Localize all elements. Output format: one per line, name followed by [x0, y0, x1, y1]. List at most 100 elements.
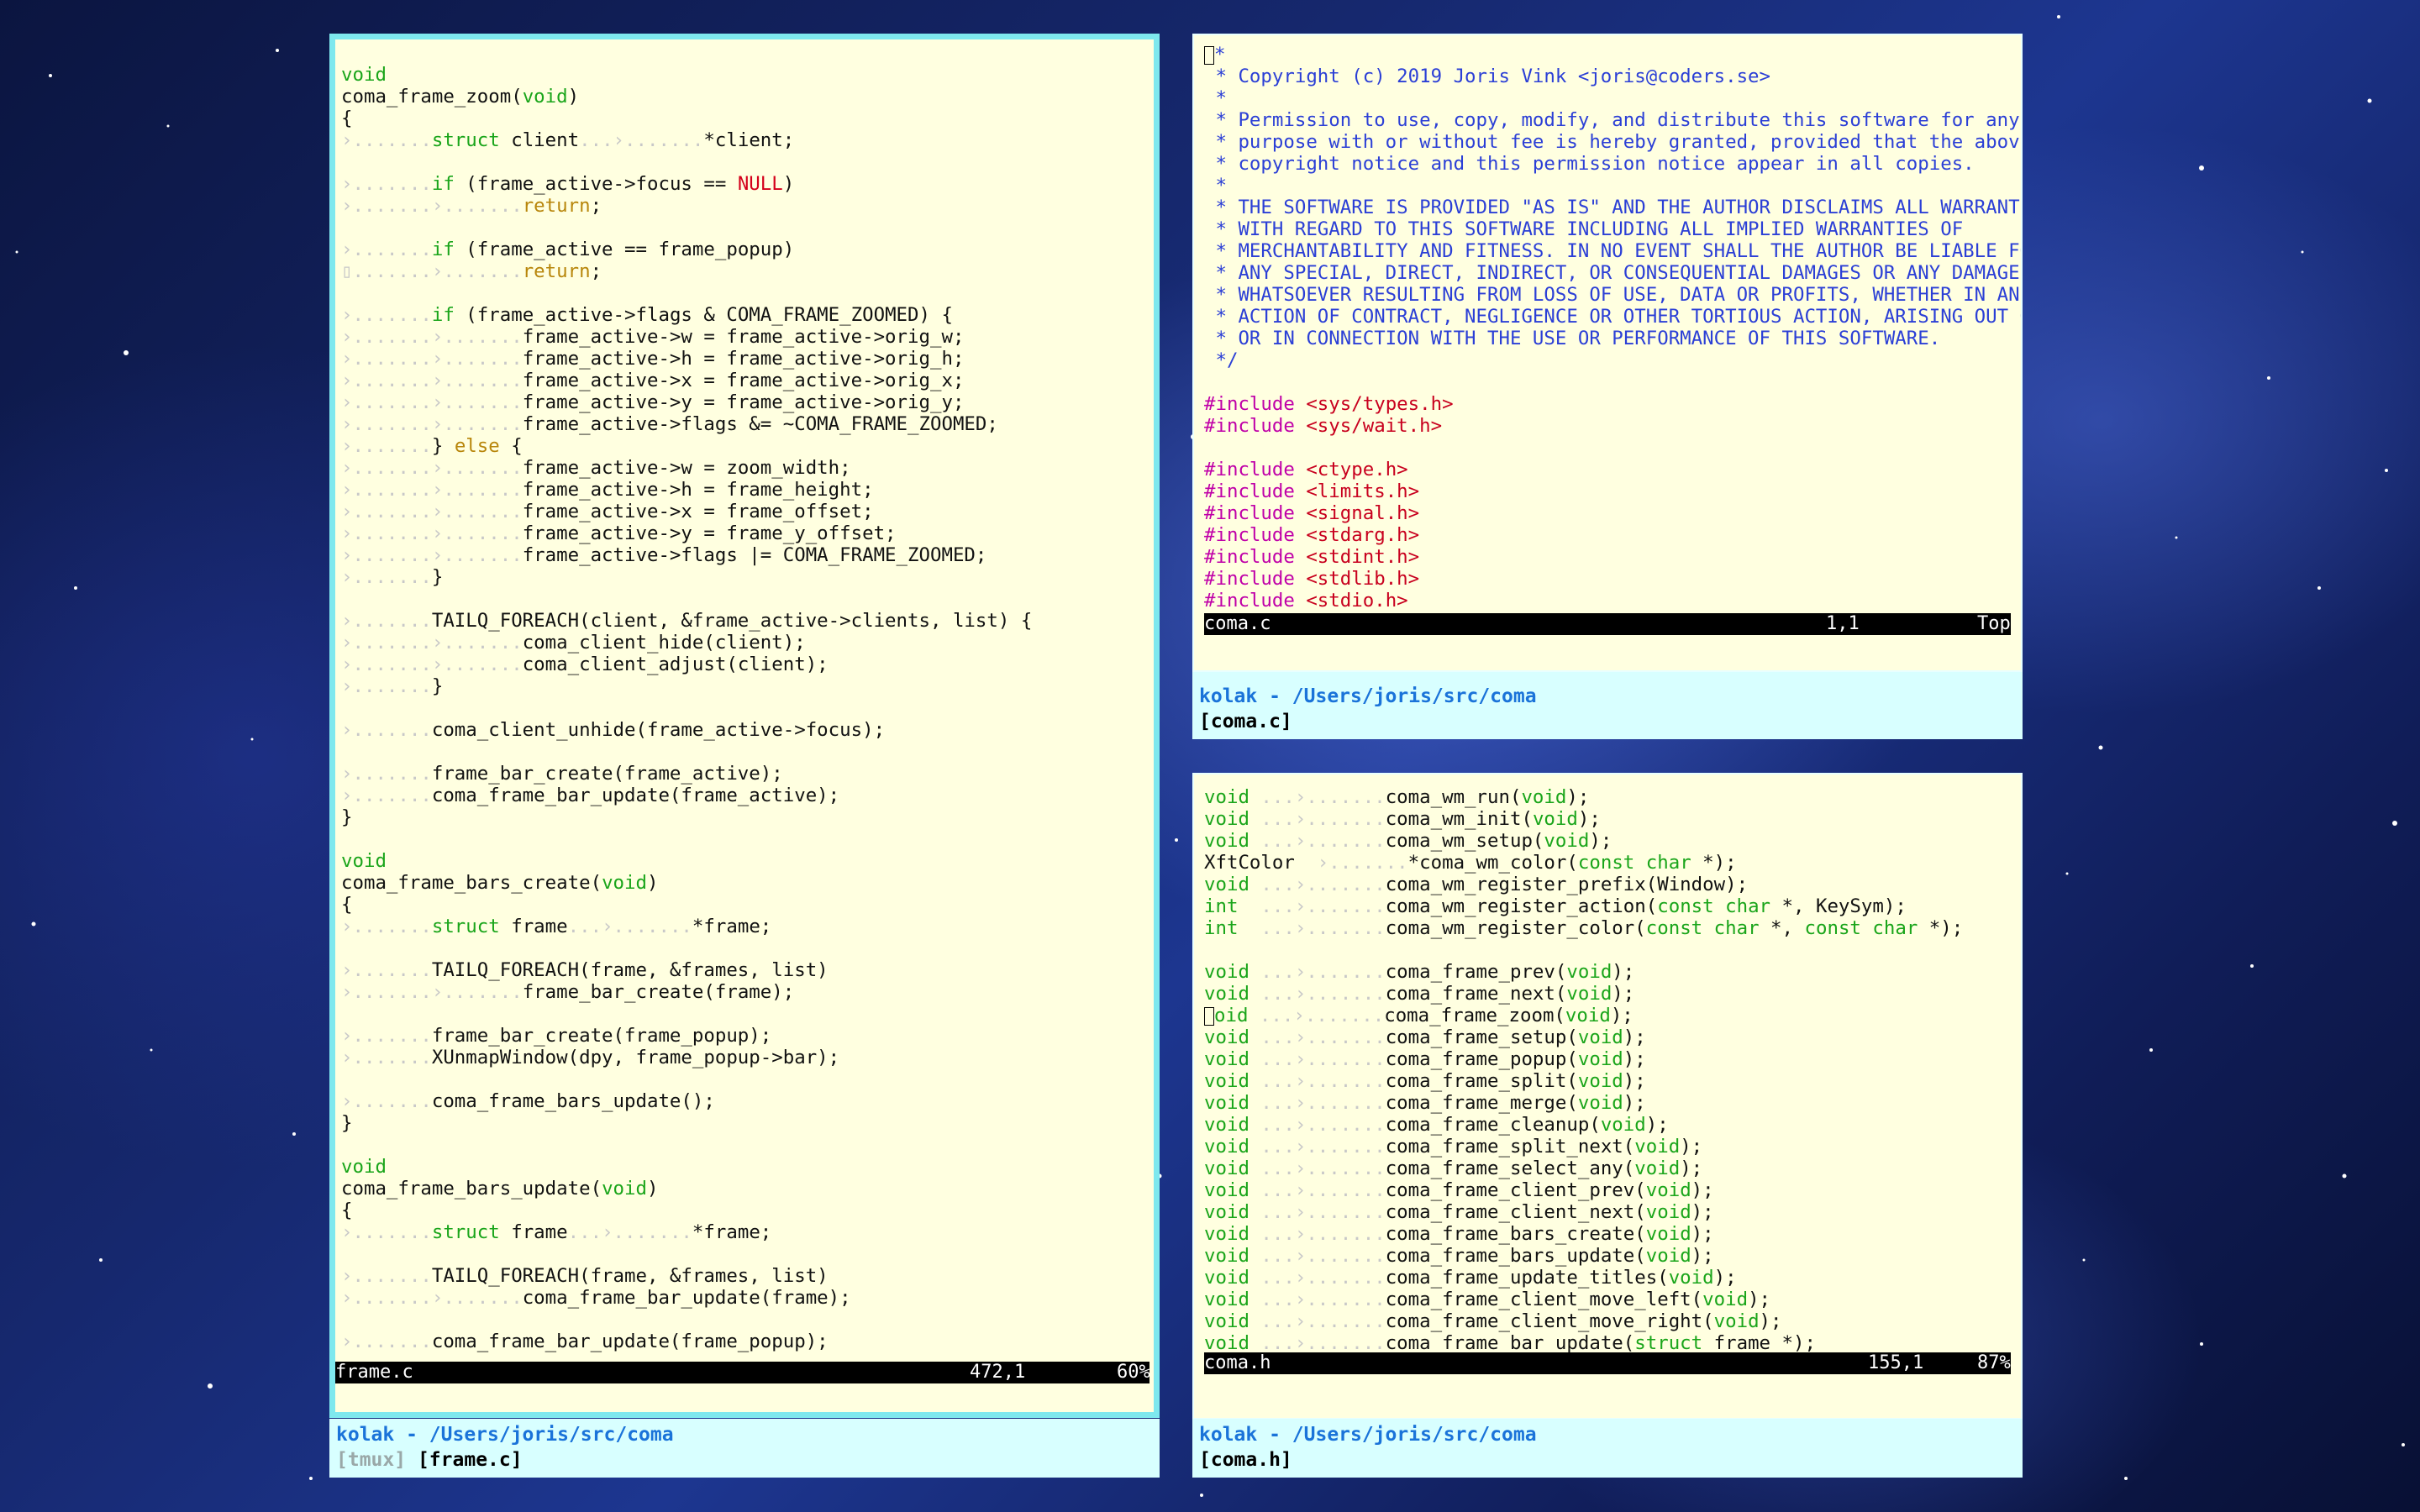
code-token: void [1204, 786, 1249, 808]
code-token: void [1645, 1179, 1691, 1201]
code-token: #include [1204, 480, 1307, 502]
code-token: ›.......›....... [341, 632, 523, 654]
code-token: ); [1645, 1114, 1669, 1136]
tmux-footer-frame-c: kolak - /Users/joris/src/coma [tmux] [fr… [329, 1419, 1160, 1478]
code-token: ; [590, 260, 602, 282]
code-line: void ...›.......coma_frame_update_titles… [1204, 1267, 2021, 1289]
code-token: struct [431, 1221, 500, 1243]
code-line: void ...›.......coma_frame_split_next(vo… [1204, 1136, 2021, 1158]
code-token: { [341, 1200, 353, 1221]
code-line: coma_frame_zoom(void) [341, 86, 1154, 108]
code-token: coma_frame_zoom( [341, 86, 523, 108]
code-token: ); [1623, 1070, 1646, 1092]
code-token: ...›....... [1249, 1092, 1386, 1114]
code-token: { [341, 894, 353, 916]
code-token: *); [1691, 852, 1737, 874]
code-token: void [1668, 1267, 1714, 1289]
footer-filename: [coma.h] [1199, 1449, 1292, 1471]
code-token: <signal.h> [1306, 502, 1420, 524]
code-token: void [1577, 1092, 1623, 1114]
code-token: coma_frame_popup( [1385, 1048, 1578, 1070]
code-token: void [1713, 1310, 1760, 1332]
code-token: coma_frame_bar_update(frame_active); [431, 785, 840, 806]
code-token: ›....... [341, 1090, 432, 1112]
terminal-pane-frame-c[interactable]: void coma_frame_zoom(void) { ›....... struct… [329, 34, 1160, 1418]
code-token: void [1204, 961, 1249, 983]
code-token: coma_frame_cleanup( [1385, 1114, 1601, 1136]
code-editor-coma-h[interactable]: void ...›.......coma_wm_run(void); void .… [1204, 786, 2021, 1354]
code-editor-frame-c[interactable]: void coma_frame_zoom(void) { ›....... struct… [341, 42, 1154, 1352]
code-line: void ...›.......coma_frame_client_move_r… [1204, 1310, 2021, 1332]
text-cursor [1204, 1006, 1214, 1026]
code-line: ›.......›.......coma_client_adjust(clien… [341, 654, 1154, 675]
tmux-footer-coma-c: kolak - /Users/joris/src/coma [coma.c] [1192, 672, 2023, 739]
code-token: ›....... [341, 763, 432, 785]
code-line: * THE SOFTWARE IS PROVIDED "AS IS" AND T… [1204, 197, 2021, 218]
code-token: ...›....... [579, 129, 704, 151]
code-line: ›.......›.......frame_active->w = zoom_w… [341, 457, 1154, 479]
status-filename: frame.c [335, 1362, 413, 1383]
code-token: <stdlib.h> [1306, 568, 1420, 590]
code-line: * Copyright (c) 2019 Joris Vink <joris@c… [1204, 66, 2021, 87]
code-token: } [431, 675, 444, 697]
code-token: #include [1204, 459, 1307, 480]
code-line: * WITH REGARD TO THIS SOFTWARE INCLUDING… [1204, 218, 2021, 240]
code-token: client [499, 129, 580, 151]
terminal-pane-coma-h[interactable]: void ...›.......coma_wm_run(void); void .… [1192, 773, 2023, 1420]
code-token: coma_frame_bar_update(frame_popup); [431, 1331, 829, 1352]
code-token: frame *); [1702, 1332, 1816, 1354]
code-token: coma_frame_setup( [1385, 1026, 1578, 1048]
code-token: return [522, 195, 591, 217]
code-line: void ...›.......coma_frame_bar_update(st… [1204, 1332, 2021, 1354]
code-line: int ...›.......coma_wm_register_color(co… [1204, 917, 2021, 939]
code-token: ...›....... [1249, 874, 1386, 895]
footer-filename: [coma.c] [1199, 711, 1292, 732]
code-token: void [1204, 874, 1249, 895]
code-token: ...›....... [1249, 808, 1386, 830]
code-token: ...›....... [1249, 1332, 1386, 1354]
code-line: ›.......›.......frame_active->h = frame_… [341, 348, 1154, 370]
code-line: #include <stdint.h> [1204, 546, 2021, 568]
code-token: frame_active->h = frame_active->orig_h; [522, 348, 965, 370]
code-line: ›.......›.......coma_client_hide(client)… [341, 632, 1154, 654]
code-token: void [1566, 983, 1612, 1005]
code-token: void [1204, 1158, 1249, 1179]
code-token: ›.......›....... [341, 501, 523, 522]
code-token: coma_frame_client_prev( [1385, 1179, 1646, 1201]
code-token: int [1204, 917, 1239, 939]
code-token: frame_bar_create(frame_popup); [431, 1025, 772, 1047]
code-token: void [602, 1178, 647, 1200]
code-line: void ...›.......coma_frame_client_next(v… [1204, 1201, 2021, 1223]
code-token: * purpose with or without fee is hereby … [1204, 131, 2023, 153]
code-line: void ...›.......coma_frame_cleanup(void)… [1204, 1114, 2021, 1136]
code-token: *, [1759, 917, 1805, 939]
code-token: ›.......›....... [341, 457, 523, 479]
code-line: * [1204, 175, 2021, 197]
code-line: void ...›.......coma_frame_prev(void); [1204, 961, 2021, 983]
code-token: ...›....... [1249, 1158, 1386, 1179]
code-token: ...›....... [1249, 1245, 1386, 1267]
code-token: coma_client_hide(client); [522, 632, 806, 654]
code-token: ...›....... [1249, 1070, 1386, 1092]
code-line: ›.......›.......frame_active->x = frame_… [341, 501, 1154, 522]
code-token: ›....... [341, 304, 432, 326]
host-path: kolak - /Users/joris/src/coma [1199, 1424, 1537, 1446]
code-token: * ANY SPECIAL, DIRECT, INDIRECT, OR CONS… [1204, 262, 2023, 284]
code-editor-coma-c[interactable]: * * Copyright (c) 2019 Joris Vink <joris… [1204, 44, 2021, 612]
terminal-pane-coma-c[interactable]: * * Copyright (c) 2019 Joris Vink <joris… [1192, 34, 2023, 672]
code-token: void [1577, 1048, 1623, 1070]
code-line: #include <stdio.h> [1204, 590, 2021, 612]
code-line: * MERCHANTABILITY AND FITNESS. IN NO EVE… [1204, 240, 2021, 262]
code-token: <stdint.h> [1306, 546, 1420, 568]
code-token: coma_frame_bar_update( [1385, 1332, 1635, 1354]
vim-status-line: frame.c 472,1 60% [335, 1362, 1150, 1383]
code-token: ...›....... [1238, 895, 1386, 917]
code-line: ›.......TAILQ_FOREACH(client, &frame_act… [341, 610, 1154, 632]
code-token: *client; [703, 129, 795, 151]
code-line: void ...›.......coma_wm_setup(void); [1204, 830, 2021, 852]
code-line: void ...›.......coma_frame_select_any(vo… [1204, 1158, 2021, 1179]
code-token: const char [1804, 917, 1918, 939]
code-token: ›....... [341, 1331, 432, 1352]
code-token: void [1521, 786, 1567, 808]
